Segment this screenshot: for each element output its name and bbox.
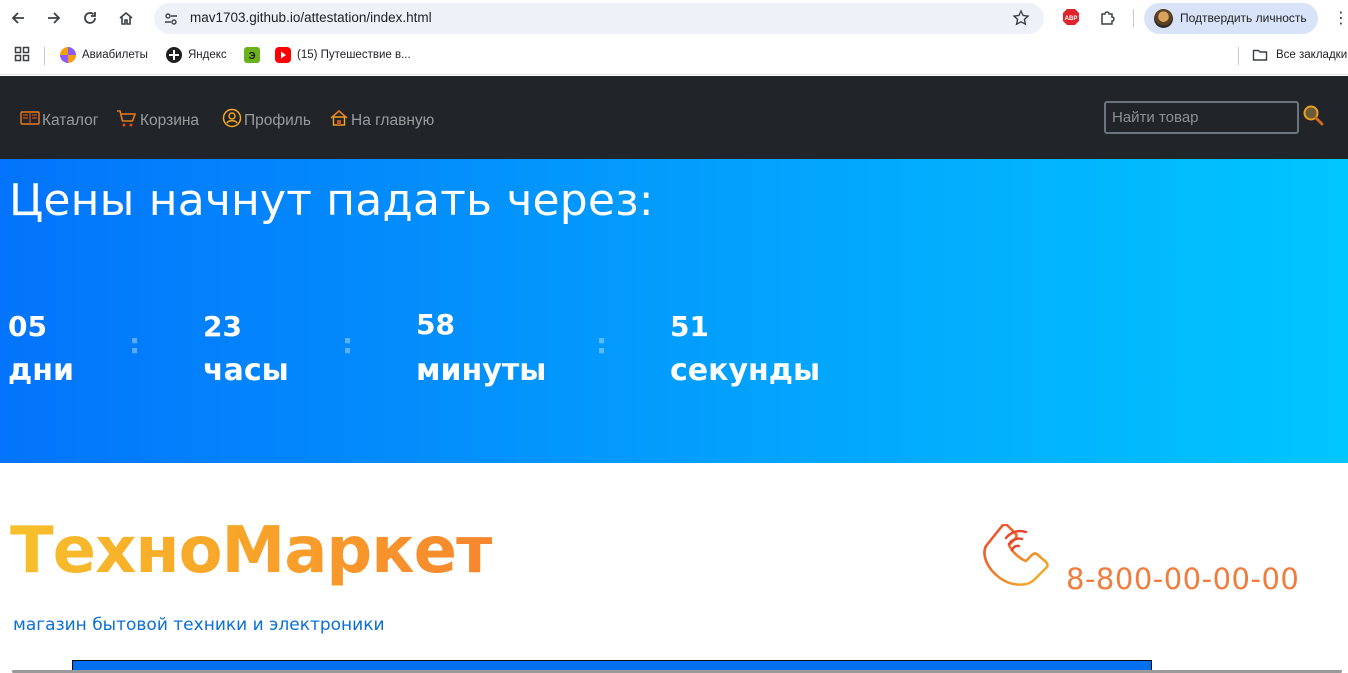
menu-kebab-icon[interactable]: ⋮ — [1333, 8, 1348, 27]
search-input[interactable] — [1104, 101, 1299, 134]
cart-icon — [116, 108, 137, 128]
countdown-separator: : — [342, 327, 354, 360]
bookmark-label: Авиабилеты — [82, 49, 148, 61]
youtube-icon — [275, 47, 291, 63]
adblock-icon[interactable]: ABP — [1062, 8, 1080, 30]
avatar — [1154, 9, 1173, 28]
back-arrow-icon[interactable] — [6, 6, 30, 30]
nav-profile-link[interactable]: Профиль — [222, 108, 311, 130]
countdown-label: минуты — [416, 353, 547, 388]
nav-home-link[interactable]: На главную — [329, 108, 435, 130]
site-navbar: Каталог Корзина Профиль На главную — [0, 76, 1348, 159]
profile-button[interactable]: Подтвердить личность — [1144, 3, 1318, 34]
countdown-banner: Цены начнут падать через: 05 дни : 23 ча… — [0, 159, 1348, 463]
house-icon — [329, 108, 349, 128]
countdown-minutes: 58 минуты — [416, 307, 546, 393]
brand-logo-text[interactable]: ТехноМаркет — [10, 506, 493, 596]
bookmark-item[interactable]: (15) Путешествие в... — [275, 47, 411, 63]
apps-grid-icon[interactable] — [14, 46, 30, 62]
svg-text:ABP: ABP — [1065, 16, 1078, 22]
bookmarks-divider — [44, 47, 45, 65]
browser-toolbar: mav1703.github.io/attestation/index.html… — [0, 0, 1348, 37]
search-icon[interactable] — [1302, 104, 1324, 126]
nav-catalog-link[interactable]: Каталог — [20, 110, 98, 130]
nav-link-label: Каталог — [42, 112, 99, 129]
bookmark-item[interactable]: Э — [244, 47, 266, 63]
yandex-icon — [166, 47, 182, 63]
countdown-separator: : — [596, 327, 608, 360]
brand-tagline: магазин бытовой техники и электроники — [13, 615, 385, 635]
evernote-icon: Э — [244, 47, 260, 63]
countdown-label: дни — [8, 353, 74, 388]
bookmarks-bar: Авиабилеты Яндекс Э (15) Путешествие в..… — [0, 37, 1348, 75]
countdown-hours: 23 часы — [203, 309, 289, 393]
bookmark-label: Яндекс — [188, 49, 227, 61]
phone-number[interactable]: 8-800-00-00-00 — [1066, 562, 1299, 596]
nav-link-label: Корзина — [140, 112, 200, 129]
phone-icon — [976, 523, 1056, 588]
countdown-label: часы — [203, 353, 289, 388]
all-bookmarks-label: Все закладки — [1276, 49, 1348, 61]
address-bar[interactable]: mav1703.github.io/attestation/index.html — [154, 3, 1044, 34]
folder-icon — [1252, 47, 1268, 63]
countdown-title: Цены начнут падать через: — [9, 175, 654, 226]
site-info-icon[interactable] — [162, 10, 180, 28]
countdown-seconds: 51 секунды — [670, 309, 820, 393]
countdown-value: 51 — [670, 310, 709, 343]
countdown-separator: : — [129, 327, 141, 360]
profile-label: Подтвердить личность — [1180, 11, 1307, 25]
bookmark-star-icon[interactable] — [1012, 9, 1030, 27]
catalog-book-icon — [20, 108, 40, 128]
profile-icon — [222, 108, 242, 128]
all-bookmarks-button[interactable]: Все закладки — [1252, 47, 1347, 63]
countdown-value: 58 — [416, 308, 455, 341]
aviasales-icon — [60, 47, 76, 63]
bookmark-label: (15) Путешествие в... — [297, 49, 411, 61]
countdown-value: 23 — [203, 310, 242, 343]
extensions-puzzle-icon[interactable] — [1099, 8, 1117, 30]
countdown-value: 05 — [8, 310, 47, 343]
home-icon[interactable] — [114, 6, 138, 30]
countdown-label: секунды — [670, 353, 821, 388]
toolbar-divider — [1133, 9, 1134, 27]
forward-arrow-icon[interactable] — [42, 6, 66, 30]
nav-link-label: На главную — [351, 112, 435, 129]
url-text[interactable]: mav1703.github.io/attestation/index.html — [190, 10, 432, 25]
bookmark-item[interactable]: Яндекс — [166, 47, 227, 63]
reload-icon[interactable] — [78, 6, 102, 30]
countdown-days: 05 дни — [8, 309, 74, 393]
nav-link-label: Профиль — [244, 112, 311, 129]
bookmark-item[interactable]: Авиабилеты — [60, 47, 148, 63]
bookmarks-divider — [1238, 47, 1239, 65]
nav-cart-link[interactable]: Корзина — [116, 110, 199, 130]
svg-text:Э: Э — [248, 51, 255, 62]
